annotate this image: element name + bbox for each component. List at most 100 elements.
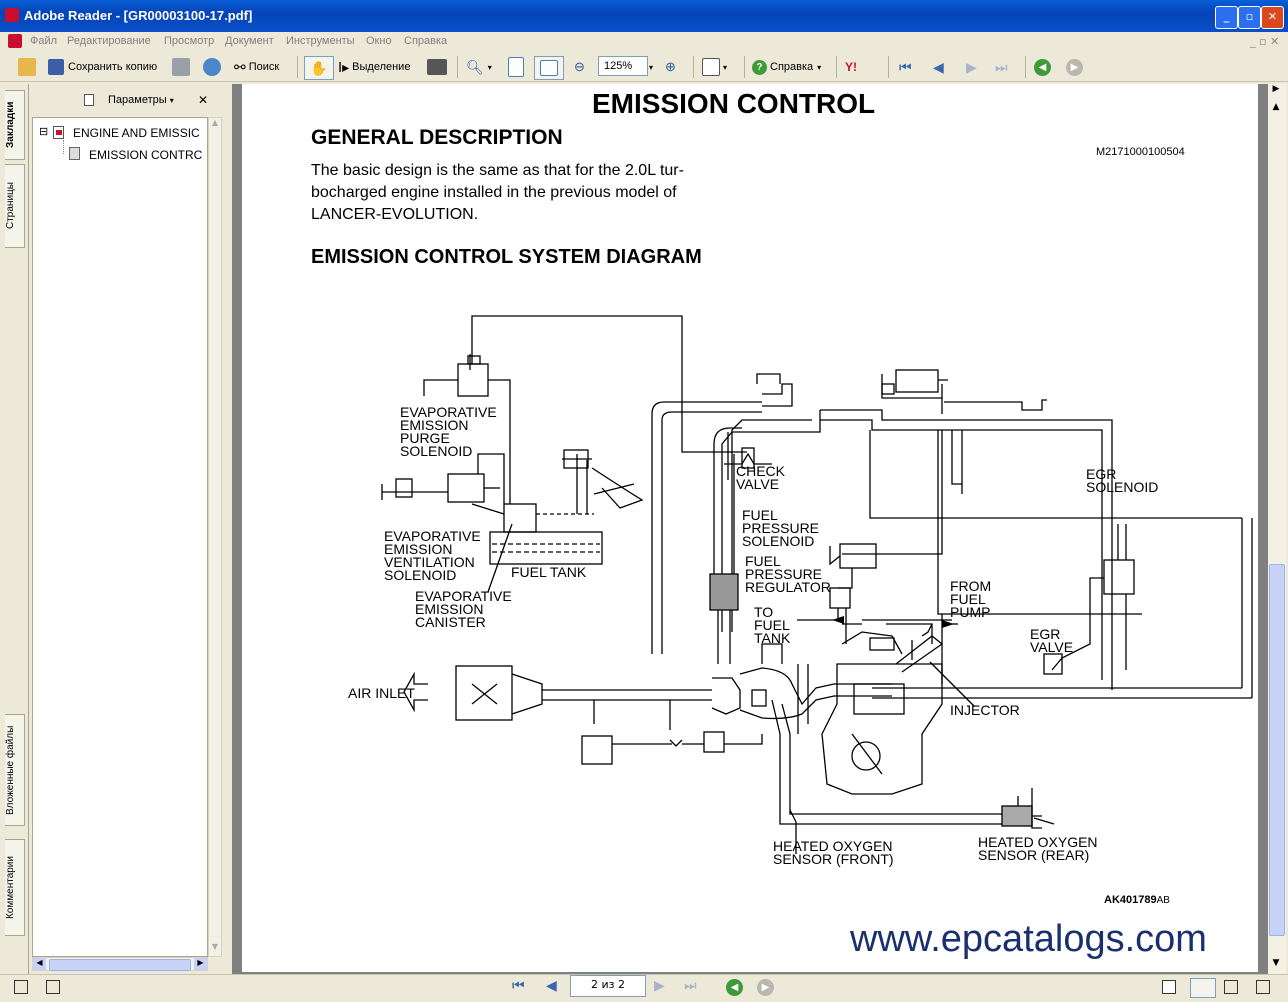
label-hos-rear: HEATED OXYGEN SENSOR (REAR) — [978, 834, 1098, 863]
figure-id: AK401789AB — [1104, 894, 1170, 906]
status-back-icon[interactable]: ◀ — [726, 979, 743, 996]
menu-file[interactable]: Файл — [30, 35, 57, 47]
single-page-view-icon[interactable] — [1162, 980, 1176, 994]
chevron-down-icon: ▾ — [169, 96, 174, 105]
previous-page-icon: ◀ — [933, 58, 944, 75]
status-forward-icon[interactable]: ▶ — [757, 979, 774, 996]
status-next-page-button[interactable]: ▶ — [654, 978, 665, 994]
status-previous-page-button[interactable]: ◀ — [546, 978, 557, 994]
fit-page-button[interactable] — [508, 56, 524, 78]
next-view-button[interactable]: ▶ — [1066, 56, 1083, 78]
document-scroll-thumb[interactable] — [1269, 564, 1285, 936]
scroll-down-icon[interactable]: ▼ — [209, 942, 221, 956]
chevron-down-icon: ▾ — [723, 62, 728, 72]
help-label: Справка — [770, 61, 814, 73]
expander-icon[interactable]: ⊟ — [39, 125, 48, 138]
bookmarks-horizontal-scrollbar[interactable]: ◀ ▶ — [32, 957, 208, 971]
close-panel-button[interactable]: ✕ — [198, 93, 208, 107]
continuous-view-icon[interactable] — [1190, 978, 1216, 998]
printer-icon — [172, 58, 190, 76]
label-check-valve: CHECK VALVE — [736, 463, 786, 492]
document-vertical-scrollbar[interactable]: ▶ ▲ ▼ — [1268, 84, 1286, 974]
layout-single-icon[interactable] — [14, 980, 28, 994]
menu-window[interactable]: Окно — [366, 35, 392, 47]
label-fuel-tank: FUEL TANK — [511, 564, 587, 580]
status-last-page-button[interactable]: ⏭ — [684, 978, 697, 994]
document-icon — [8, 34, 22, 48]
zoom-dropdown-button[interactable]: ▾ — [649, 56, 653, 78]
search-label: Поиск — [248, 61, 280, 73]
previous-view-button[interactable]: ◀ — [1034, 56, 1051, 78]
bookmarks-vertical-scrollbar[interactable]: ▲ ▼ — [208, 117, 222, 957]
label-fuel-pressure-regulator: FUEL PRESSURE REGULATOR — [745, 553, 831, 595]
yahoo-button[interactable]: Y! — [845, 56, 857, 78]
chevron-down-icon: ▾ — [817, 62, 822, 72]
figure-id-suffix: AB — [1156, 895, 1170, 906]
floppy-icon — [48, 59, 64, 75]
facing-view-icon[interactable] — [1224, 980, 1238, 994]
bookmark-item-emission[interactable]: EMISSION CONTRC — [89, 148, 202, 162]
scroll-right-icon[interactable]: ▶ — [194, 958, 207, 970]
label-hos-front: HEATED OXYGEN SENSOR (FRONT) — [773, 838, 894, 867]
menu-help[interactable]: Справка — [404, 35, 447, 47]
label-fuel-pressure-solenoid: FUEL PRESSURE SOLENOID — [742, 507, 820, 549]
tree-line — [63, 140, 64, 154]
search-button[interactable]: ⚯ Поиск — [234, 56, 279, 78]
tab-pages[interactable]: Страницы — [5, 164, 25, 248]
panel-splitter[interactable] — [224, 84, 232, 974]
fit-width-button[interactable] — [534, 56, 564, 80]
last-page-button[interactable]: ⏭ — [995, 56, 1008, 78]
help-button[interactable]: ? Справка ▾ — [752, 56, 821, 78]
menu-edit[interactable]: Редактирование — [67, 35, 151, 47]
watermark: www.epcatalogs.com — [850, 918, 1207, 960]
folder-open-icon — [18, 58, 36, 76]
menu-view[interactable]: Просмотр — [164, 35, 214, 47]
scroll-down-icon[interactable]: ▼ — [1268, 958, 1284, 974]
bookmarks-scroll-thumb[interactable] — [49, 959, 191, 971]
tab-comments[interactable]: Комментарии — [5, 839, 25, 936]
options-menu-button[interactable]: Параметры ▾ — [108, 94, 174, 106]
zoom-in-button[interactable]: ⊕ — [665, 56, 676, 78]
menu-tools[interactable]: Инструменты — [286, 35, 355, 47]
snapshot-button[interactable] — [427, 56, 447, 78]
tab-attachments[interactable]: Вложенные файлы — [5, 714, 25, 826]
scroll-up-icon[interactable]: ▶ — [1268, 84, 1284, 100]
zoom-out-button[interactable]: ⊖ — [574, 56, 585, 78]
next-page-button[interactable]: ▶ — [966, 56, 977, 78]
page-number-field[interactable]: 2 из 2 — [570, 975, 646, 997]
scroll-up-icon[interactable]: ▲ — [209, 118, 221, 132]
zoom-in-tool-button[interactable]: 🔍︎ ▾ — [466, 56, 492, 78]
title-bar[interactable]: Adobe Reader - [GR00003100-17.pdf] _ ▫ ✕ — [0, 0, 1288, 32]
bookmark-item-engine[interactable]: ENGINE AND EMISSIC — [73, 126, 200, 140]
rotate-view-button[interactable]: ▾ — [702, 56, 727, 78]
pdf-page[interactable]: EMISSION CONTROL GENERAL DESCRIPTION M21… — [242, 84, 1258, 972]
status-first-page-button[interactable]: ⏮ — [512, 978, 525, 994]
scroll-left-icon[interactable]: ◀ — [33, 958, 46, 970]
camera-icon — [427, 59, 447, 75]
text-cursor-icon: Ⅰ▸ — [338, 58, 350, 75]
close-button[interactable]: ✕ — [1261, 6, 1284, 29]
email-button[interactable] — [203, 56, 221, 78]
page-bookmark-icon — [69, 147, 80, 160]
layout-panel-icon[interactable] — [46, 980, 60, 994]
zoom-input[interactable] — [598, 56, 648, 76]
hand-tool-button[interactable]: ✋ — [304, 56, 334, 80]
save-copy-label: Сохранить копию — [68, 61, 158, 73]
mdi-controls[interactable]: _ ▫ ✕ — [1250, 35, 1279, 48]
minimize-button[interactable]: _ — [1215, 6, 1238, 29]
save-copy-button[interactable]: Сохранить копию — [48, 56, 157, 78]
first-page-button[interactable]: ⏮ — [899, 56, 912, 78]
help-icon: ? — [752, 59, 767, 75]
maximize-button[interactable]: ▫ — [1238, 6, 1261, 29]
menu-document[interactable]: Документ — [225, 35, 274, 47]
select-tool-button[interactable]: Ⅰ▸ Выделение — [338, 56, 410, 78]
scroll-up-icon[interactable]: ▲ — [1268, 102, 1284, 118]
previous-page-button[interactable]: ◀ — [933, 56, 944, 78]
print-button[interactable] — [172, 56, 190, 78]
label-ventilation-solenoid: EVAPORATIVE EMISSION VENTILATION SOLENOI… — [384, 528, 481, 583]
continuous-facing-view-icon[interactable] — [1256, 980, 1270, 994]
page-layout-icon — [702, 58, 720, 76]
tab-bookmarks[interactable]: Закладки — [5, 90, 25, 160]
label-egr-valve: EGR VALVE — [1030, 626, 1074, 655]
open-button[interactable] — [18, 56, 36, 78]
